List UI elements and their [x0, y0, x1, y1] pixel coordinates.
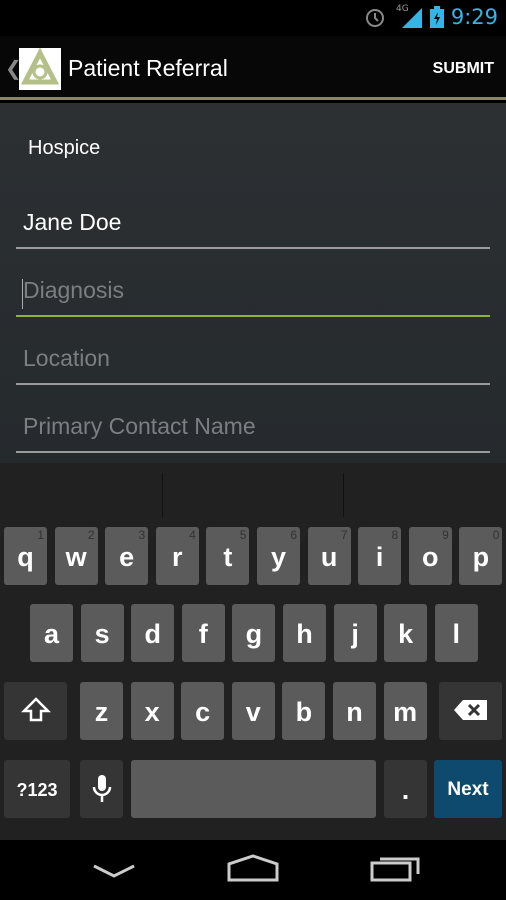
- next-key[interactable]: Next: [434, 760, 502, 818]
- key-i[interactable]: i8: [358, 527, 402, 585]
- status-bar: 4G 9:29: [0, 0, 506, 36]
- key-c[interactable]: c: [181, 682, 225, 740]
- key-hint: 5: [239, 528, 247, 542]
- key-label: o: [422, 542, 439, 572]
- key-label: q: [17, 542, 34, 572]
- key-label: d: [144, 619, 161, 649]
- backspace-icon: [453, 700, 487, 720]
- key-label: t: [223, 542, 233, 572]
- key-label: v: [245, 697, 261, 727]
- key-label: k: [398, 619, 414, 649]
- key-label: j: [351, 619, 359, 649]
- backspace-key[interactable]: [439, 682, 502, 740]
- key-h[interactable]: h: [283, 604, 326, 662]
- submit-button[interactable]: SUBMIT: [433, 60, 494, 78]
- key-d[interactable]: d: [131, 604, 175, 662]
- key-b[interactable]: b: [282, 682, 326, 740]
- key-r[interactable]: r4: [155, 527, 199, 585]
- key-hint: 6: [290, 528, 297, 542]
- key-label: b: [295, 697, 313, 727]
- key-w[interactable]: w2: [54, 527, 98, 585]
- key-label: a: [43, 619, 60, 649]
- alarm-icon: [366, 9, 384, 27]
- key-hint: 1: [37, 528, 44, 542]
- key-g[interactable]: g: [232, 604, 276, 662]
- key-label: m: [393, 697, 418, 727]
- navigation-bar: [0, 840, 506, 900]
- symbols-key[interactable]: ?123: [4, 760, 70, 818]
- key-a[interactable]: a: [30, 604, 73, 662]
- shift-icon: [20, 697, 51, 722]
- key-u[interactable]: u7: [307, 527, 351, 585]
- key-e[interactable]: e3: [105, 527, 149, 585]
- key-z[interactable]: z: [80, 682, 123, 740]
- period-key[interactable]: .: [384, 760, 427, 818]
- text-cursor: [22, 279, 23, 309]
- page-title: Patient Referral: [68, 55, 228, 81]
- key-label: g: [245, 619, 263, 649]
- signal-icon: [402, 8, 422, 28]
- recents-icon[interactable]: [370, 854, 422, 882]
- shift-key[interactable]: [4, 682, 67, 740]
- key-label: s: [94, 619, 110, 649]
- key-v[interactable]: v: [231, 682, 275, 740]
- key-label: l: [452, 619, 461, 649]
- patient-name-input[interactable]: Jane Doe: [16, 209, 490, 249]
- key-q[interactable]: q1: [4, 527, 47, 585]
- key-label: i: [375, 542, 384, 572]
- placeholder: Primary Contact Name: [23, 413, 256, 439]
- key-s[interactable]: s: [80, 604, 124, 662]
- divider: [162, 473, 163, 517]
- key-label: x: [144, 697, 160, 727]
- key-o[interactable]: o9: [408, 527, 452, 585]
- space-key[interactable]: [131, 760, 376, 818]
- key-label: n: [346, 697, 363, 727]
- key-hint: 2: [87, 528, 95, 542]
- key-j[interactable]: j: [333, 604, 377, 662]
- key-hint: 0: [492, 528, 500, 542]
- battery-charging-icon: [430, 6, 444, 28]
- home-icon[interactable]: [226, 854, 280, 882]
- key-t[interactable]: t5: [206, 527, 250, 585]
- key-label: c: [195, 697, 211, 727]
- key-label: h: [296, 619, 313, 649]
- location-input[interactable]: Location: [16, 345, 490, 385]
- key-p[interactable]: p0: [459, 527, 503, 585]
- key-label: u: [320, 542, 338, 572]
- clock: 9:29: [450, 5, 498, 29]
- key-label: e: [119, 542, 135, 572]
- key-label: z: [94, 697, 109, 727]
- key-label: r: [172, 542, 183, 572]
- key-n[interactable]: n: [333, 682, 376, 740]
- key-k[interactable]: k: [384, 604, 428, 662]
- action-bar: ❮ Patient Referral SUBMIT: [0, 36, 506, 100]
- key-hint: 3: [138, 528, 146, 542]
- back-icon[interactable]: [92, 862, 136, 882]
- app-logo[interactable]: [19, 47, 61, 90]
- key-label: p: [472, 542, 490, 572]
- placeholder: Location: [23, 345, 110, 371]
- key-hint: 9: [442, 528, 449, 542]
- key-label: w: [65, 542, 87, 572]
- keyboard: ?123 . Next q1w2e3r4t5y6u7i8o9p0asdfghjk…: [0, 463, 506, 840]
- key-f[interactable]: f: [181, 604, 225, 662]
- key-label: y: [270, 542, 287, 572]
- primary-contact-input[interactable]: Primary Contact Name: [16, 413, 490, 453]
- key-hint: 7: [340, 528, 348, 542]
- key-x[interactable]: x: [130, 682, 174, 740]
- voice-input-key[interactable]: [80, 760, 123, 818]
- key-y[interactable]: y6: [257, 527, 300, 585]
- diagnosis-input[interactable]: Diagnosis: [16, 277, 490, 317]
- placeholder: Diagnosis: [23, 277, 124, 303]
- microphone-icon: [92, 775, 111, 802]
- referral-form: Hospice Jane Doe Diagnosis Location Prim…: [0, 103, 506, 463]
- key-hint: 4: [189, 528, 196, 542]
- key-m[interactable]: m: [383, 682, 427, 740]
- field-value: Jane Doe: [23, 209, 122, 235]
- key-hint: 8: [391, 528, 399, 542]
- key-label: f: [198, 619, 208, 649]
- key-l[interactable]: l: [434, 604, 478, 662]
- section-label: Hospice: [28, 137, 101, 159]
